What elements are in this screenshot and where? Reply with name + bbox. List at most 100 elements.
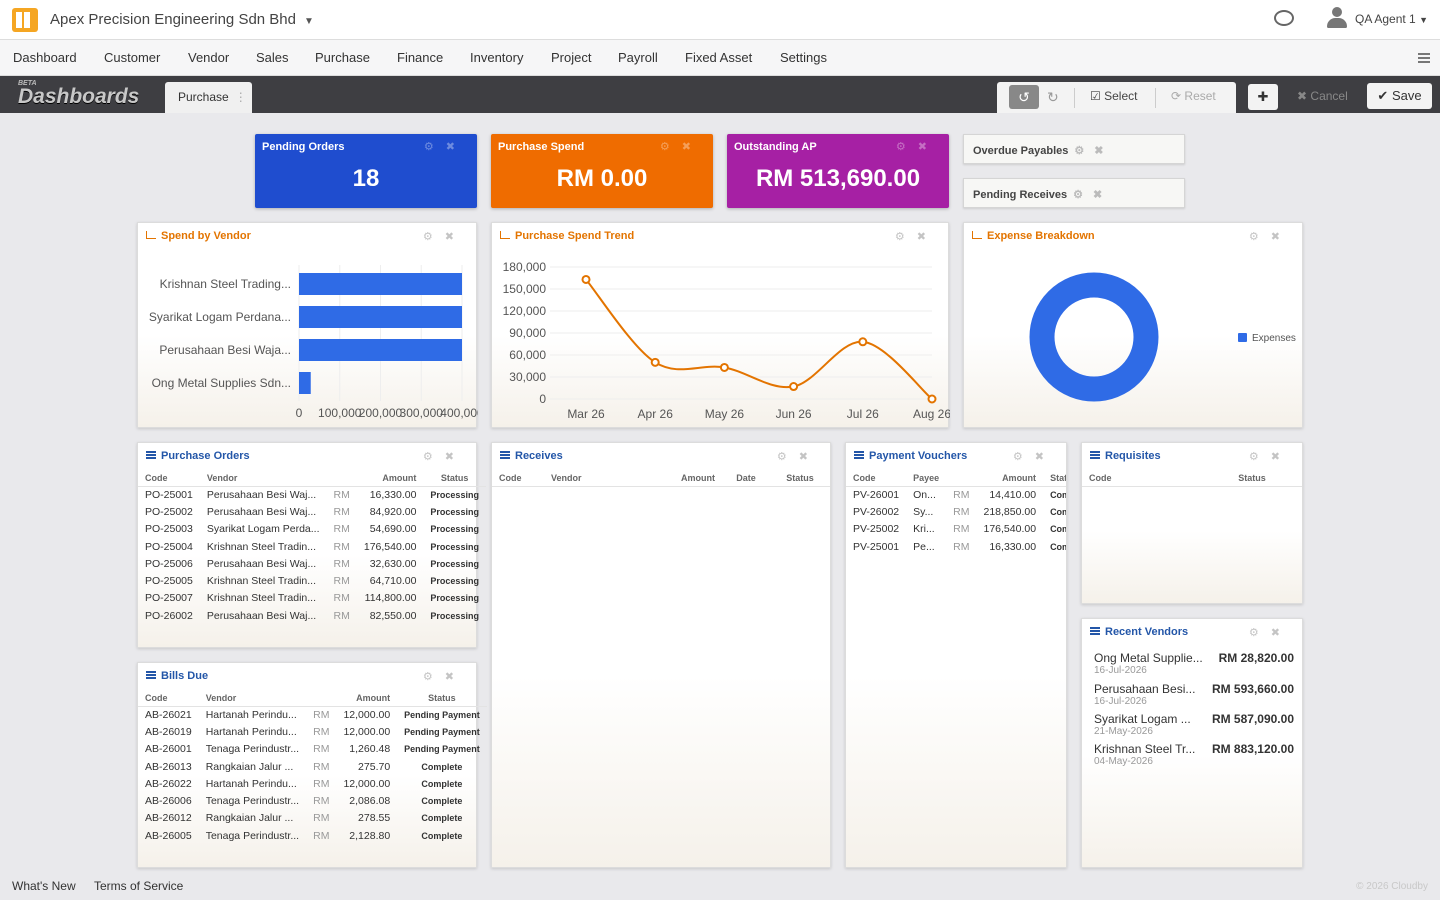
x-tick-label: Aug 26	[913, 407, 950, 421]
widget-controls[interactable]: ⚙✖	[896, 140, 939, 153]
table-row[interactable]: AB-26006 Tenaga Perindustr... RM 2,086.08 Co…	[138, 792, 487, 809]
whats-new-link[interactable]: What's New	[12, 879, 76, 893]
list-item[interactable]: Perusahaan Besi... RM 593,660.00 16-Jul-…	[1094, 682, 1294, 707]
kpi-outstanding-ap[interactable]: Outstanding AP ⚙✖ RM 513,690.00	[727, 134, 949, 208]
status-badge: Comp	[1050, 506, 1066, 517]
status-badge: Complete	[421, 778, 463, 789]
nav-payroll[interactable]: Payroll	[618, 50, 658, 65]
table-row[interactable]: PO-25001 Perusahaan Besi Waj... RM 16,330.0…	[138, 486, 486, 503]
table-row[interactable]: AB-26021 Hartanah Perindu... RM 12,000.00 Pe…	[138, 706, 487, 723]
redo-button[interactable]: ↻	[1047, 85, 1059, 109]
table-row[interactable]: PV-25001 Pe... RM 16,330.00 Comp	[846, 538, 1066, 555]
table-row[interactable]: PO-25005 Krishnan Steel Tradin... RM 64,710…	[138, 572, 486, 589]
menu-icon[interactable]	[1418, 53, 1430, 63]
table-row[interactable]: AB-26012 Rangkaian Jalur ... RM 278.55 Compl…	[138, 810, 487, 827]
amount-cell: 54,690.00	[369, 523, 417, 536]
chat-icon[interactable]	[1274, 10, 1294, 26]
nav-sales[interactable]: Sales	[256, 50, 289, 65]
status-badge: Processing	[430, 558, 479, 569]
x-tick-label: 300,000	[400, 406, 444, 420]
nav-inventory[interactable]: Inventory	[470, 50, 523, 65]
table-row[interactable]: PO-25006 Perusahaan Besi Waj... RM 32,630.0…	[138, 555, 486, 572]
list-item[interactable]: Syarikat Logam ... RM 587,090.00 21-May-…	[1094, 712, 1294, 737]
refresh-icon: ⟳	[1171, 89, 1182, 103]
user-menu[interactable]: QA Agent 1 ▼	[1355, 12, 1428, 26]
data-point	[927, 394, 937, 404]
amount-cell: 2,128.80	[349, 829, 391, 842]
status-badge: Processing	[430, 524, 479, 535]
x-tick-label: 100,000	[318, 406, 362, 420]
top-bar: Apex Precision Engineering Sdn Bhd ▼ QA A…	[0, 0, 1440, 40]
widget-controls[interactable]: ⚙✖	[1249, 626, 1292, 639]
nav-finance[interactable]: Finance	[397, 50, 443, 65]
x-tick-label: Apr 26	[638, 407, 674, 421]
widget-pending-receives[interactable]: Pending Receives ⚙✖	[963, 178, 1185, 208]
series-line	[585, 278, 933, 400]
widget-controls[interactable]: ⚙✖	[423, 450, 466, 463]
currency-cell: RM	[333, 575, 350, 588]
y-tick-label: 90,000	[509, 326, 546, 340]
list-item[interactable]: Krishnan Steel Tr... RM 883,120.00 04-Ma…	[1094, 742, 1294, 767]
nav-settings[interactable]: Settings	[780, 50, 827, 65]
table-row[interactable]: PO-25003 Syarikat Logam Perda... RM 54,690.…	[138, 521, 486, 538]
table-row[interactable]: PV-25002 Kri... RM 176,540.00 Comp	[846, 521, 1066, 538]
list-icon	[854, 451, 864, 459]
select-button[interactable]: ☑ Select	[1090, 89, 1137, 103]
widget-controls[interactable]: ⚙✖	[1074, 145, 1113, 157]
tab-purchase[interactable]: Purchase ⋮	[165, 82, 252, 113]
widget-controls[interactable]: ⚙✖	[424, 140, 467, 153]
user-avatar-icon[interactable]	[1327, 7, 1347, 29]
nav-customer[interactable]: Customer	[104, 50, 160, 65]
nav-dashboard[interactable]: Dashboard	[13, 50, 77, 65]
widget-controls[interactable]: ⚙✖	[660, 140, 703, 153]
nav-fixed-asset[interactable]: Fixed Asset	[685, 50, 752, 65]
kpi-purchase-spend[interactable]: Purchase Spend ⚙✖ RM 0.00	[491, 134, 713, 208]
table-row[interactable]: AB-26022 Hartanah Perindu... RM 12,000.00 Co…	[138, 775, 487, 792]
app-logo-icon[interactable]	[12, 8, 38, 32]
terms-link[interactable]: Terms of Service	[94, 879, 183, 893]
widget-controls[interactable]: ⚙✖	[423, 670, 466, 683]
data-point	[858, 337, 868, 347]
code-cell: AB-26019	[145, 725, 192, 738]
nav-project[interactable]: Project	[551, 50, 591, 65]
table-row[interactable]: PO-26002 Perusahaan Besi Waj... RM 82,550.0…	[138, 607, 486, 624]
vendor-cell: Tenaga Perindustr...	[205, 795, 300, 808]
widget-controls[interactable]: ⚙✖	[777, 450, 820, 463]
table-row[interactable]: AB-26001 Tenaga Perindustr... RM 1,260.48 Pe…	[138, 741, 487, 758]
nav-purchase[interactable]: Purchase	[315, 50, 370, 65]
expense-breakdown-chart: Expenses	[1029, 272, 1296, 402]
tab-options-icon[interactable]: ⋮	[235, 90, 247, 104]
table-row[interactable]: PO-25007 Krishnan Steel Tradin... RM 114,80…	[138, 590, 486, 607]
code-cell: AB-26006	[145, 795, 192, 808]
code-cell: AB-26005	[145, 829, 192, 842]
amount-cell: 2,086.08	[349, 795, 391, 808]
table-row[interactable]: AB-26005 Tenaga Perindustr... RM 2,128.80 Co…	[138, 827, 487, 844]
widget-controls[interactable]: ⚙✖	[1073, 189, 1112, 201]
x-tick-label: Jun 26	[776, 407, 812, 421]
widget-receives: Receives ⚙✖ Code Vendor Amount Date Stat…	[491, 442, 831, 868]
widget-controls[interactable]: ⚙✖	[1013, 450, 1056, 463]
save-button[interactable]: ✔ Save	[1367, 83, 1432, 109]
widget-expense-breakdown: Expense Breakdown ⚙✖ Expenses	[963, 222, 1303, 428]
status-badge: Comp	[1050, 489, 1066, 500]
bar	[299, 306, 462, 328]
vendor-cell: Rangkaian Jalur ...	[205, 812, 294, 825]
undo-button[interactable]: ↺	[1009, 85, 1039, 109]
widget-controls[interactable]: ⚙✖	[1249, 450, 1292, 463]
list-item[interactable]: Ong Metal Supplie... RM 28,820.00 16-Jul…	[1094, 651, 1294, 676]
table-row[interactable]: PV-26002 Sy... RM 218,850.00 Comp	[846, 503, 1066, 520]
table-row[interactable]: PO-25004 Krishnan Steel Tradin... RM 176,54…	[138, 538, 486, 555]
cancel-button[interactable]: ✖ Cancel	[1297, 89, 1348, 103]
y-tick-label: 60,000	[509, 348, 546, 362]
table-row[interactable]: AB-26013 Rangkaian Jalur ... RM 275.70 Compl…	[138, 758, 487, 775]
company-switcher[interactable]: Apex Precision Engineering Sdn Bhd ▼	[50, 11, 314, 28]
table-row[interactable]: AB-26019 Hartanah Perindu... RM 12,000.00 Pe…	[138, 723, 487, 740]
reset-button[interactable]: ⟳ Reset	[1171, 89, 1216, 103]
table-row[interactable]: PV-26001 On... RM 14,410.00 Comp	[846, 486, 1066, 503]
kpi-pending-orders[interactable]: Pending Orders ⚙✖ 18	[255, 134, 477, 208]
widget-overdue-payables[interactable]: Overdue Payables ⚙✖	[963, 134, 1185, 164]
table-row[interactable]: PO-25002 Perusahaan Besi Waj... RM 84,920.0…	[138, 503, 486, 520]
currency-cell: RM	[313, 777, 330, 790]
add-widget-button[interactable]: ✚	[1248, 84, 1278, 110]
nav-vendor[interactable]: Vendor	[188, 50, 229, 65]
